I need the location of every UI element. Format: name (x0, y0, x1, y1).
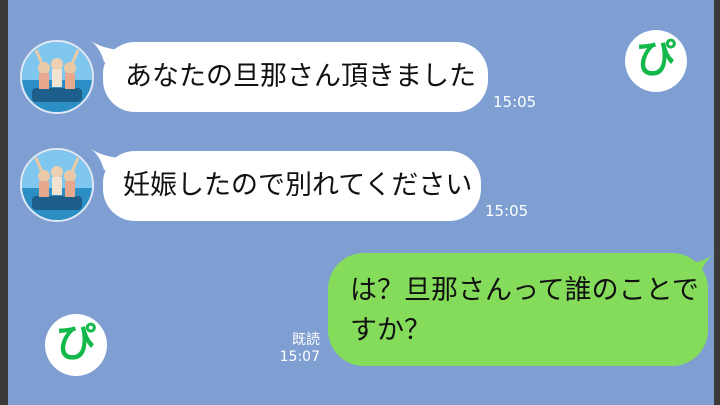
message-time: 15:07 (279, 349, 320, 365)
message-time: 15:05 (485, 202, 529, 220)
avatar[interactable] (20, 40, 94, 114)
message-bubble-outgoing[interactable]: は？旦那さんって誰のことで すか？ (328, 253, 708, 366)
message-text: あなたの旦那さん頂きました (125, 61, 476, 92)
avatar-photo-icon (22, 42, 92, 112)
brand-logo-text: ぴ (56, 320, 96, 366)
message-bubble-incoming[interactable]: 妊娠したので別れてください (103, 151, 481, 221)
brand-logo-text: ぴ (636, 36, 676, 82)
brand-logo-icon: ぴ (625, 30, 687, 92)
message-bubble-incoming[interactable]: あなたの旦那さん頂きました (103, 42, 488, 112)
read-receipt: 既読 (292, 332, 320, 348)
screen-edge-right (714, 0, 720, 405)
message-text-line-2: すか？ (350, 315, 431, 346)
avatar-photo-icon (22, 150, 92, 220)
screen-edge-left (0, 0, 8, 405)
message-text-line-1: は？旦那さんって誰のことで (350, 275, 699, 306)
message-text: 妊娠したので別れてください (123, 170, 473, 201)
message-meta: 既読 15:07 (270, 332, 320, 366)
brand-logo-icon: ぴ (45, 314, 107, 376)
message-time: 15:05 (493, 93, 537, 111)
avatar[interactable] (20, 148, 94, 222)
bubble-tail (688, 254, 714, 276)
